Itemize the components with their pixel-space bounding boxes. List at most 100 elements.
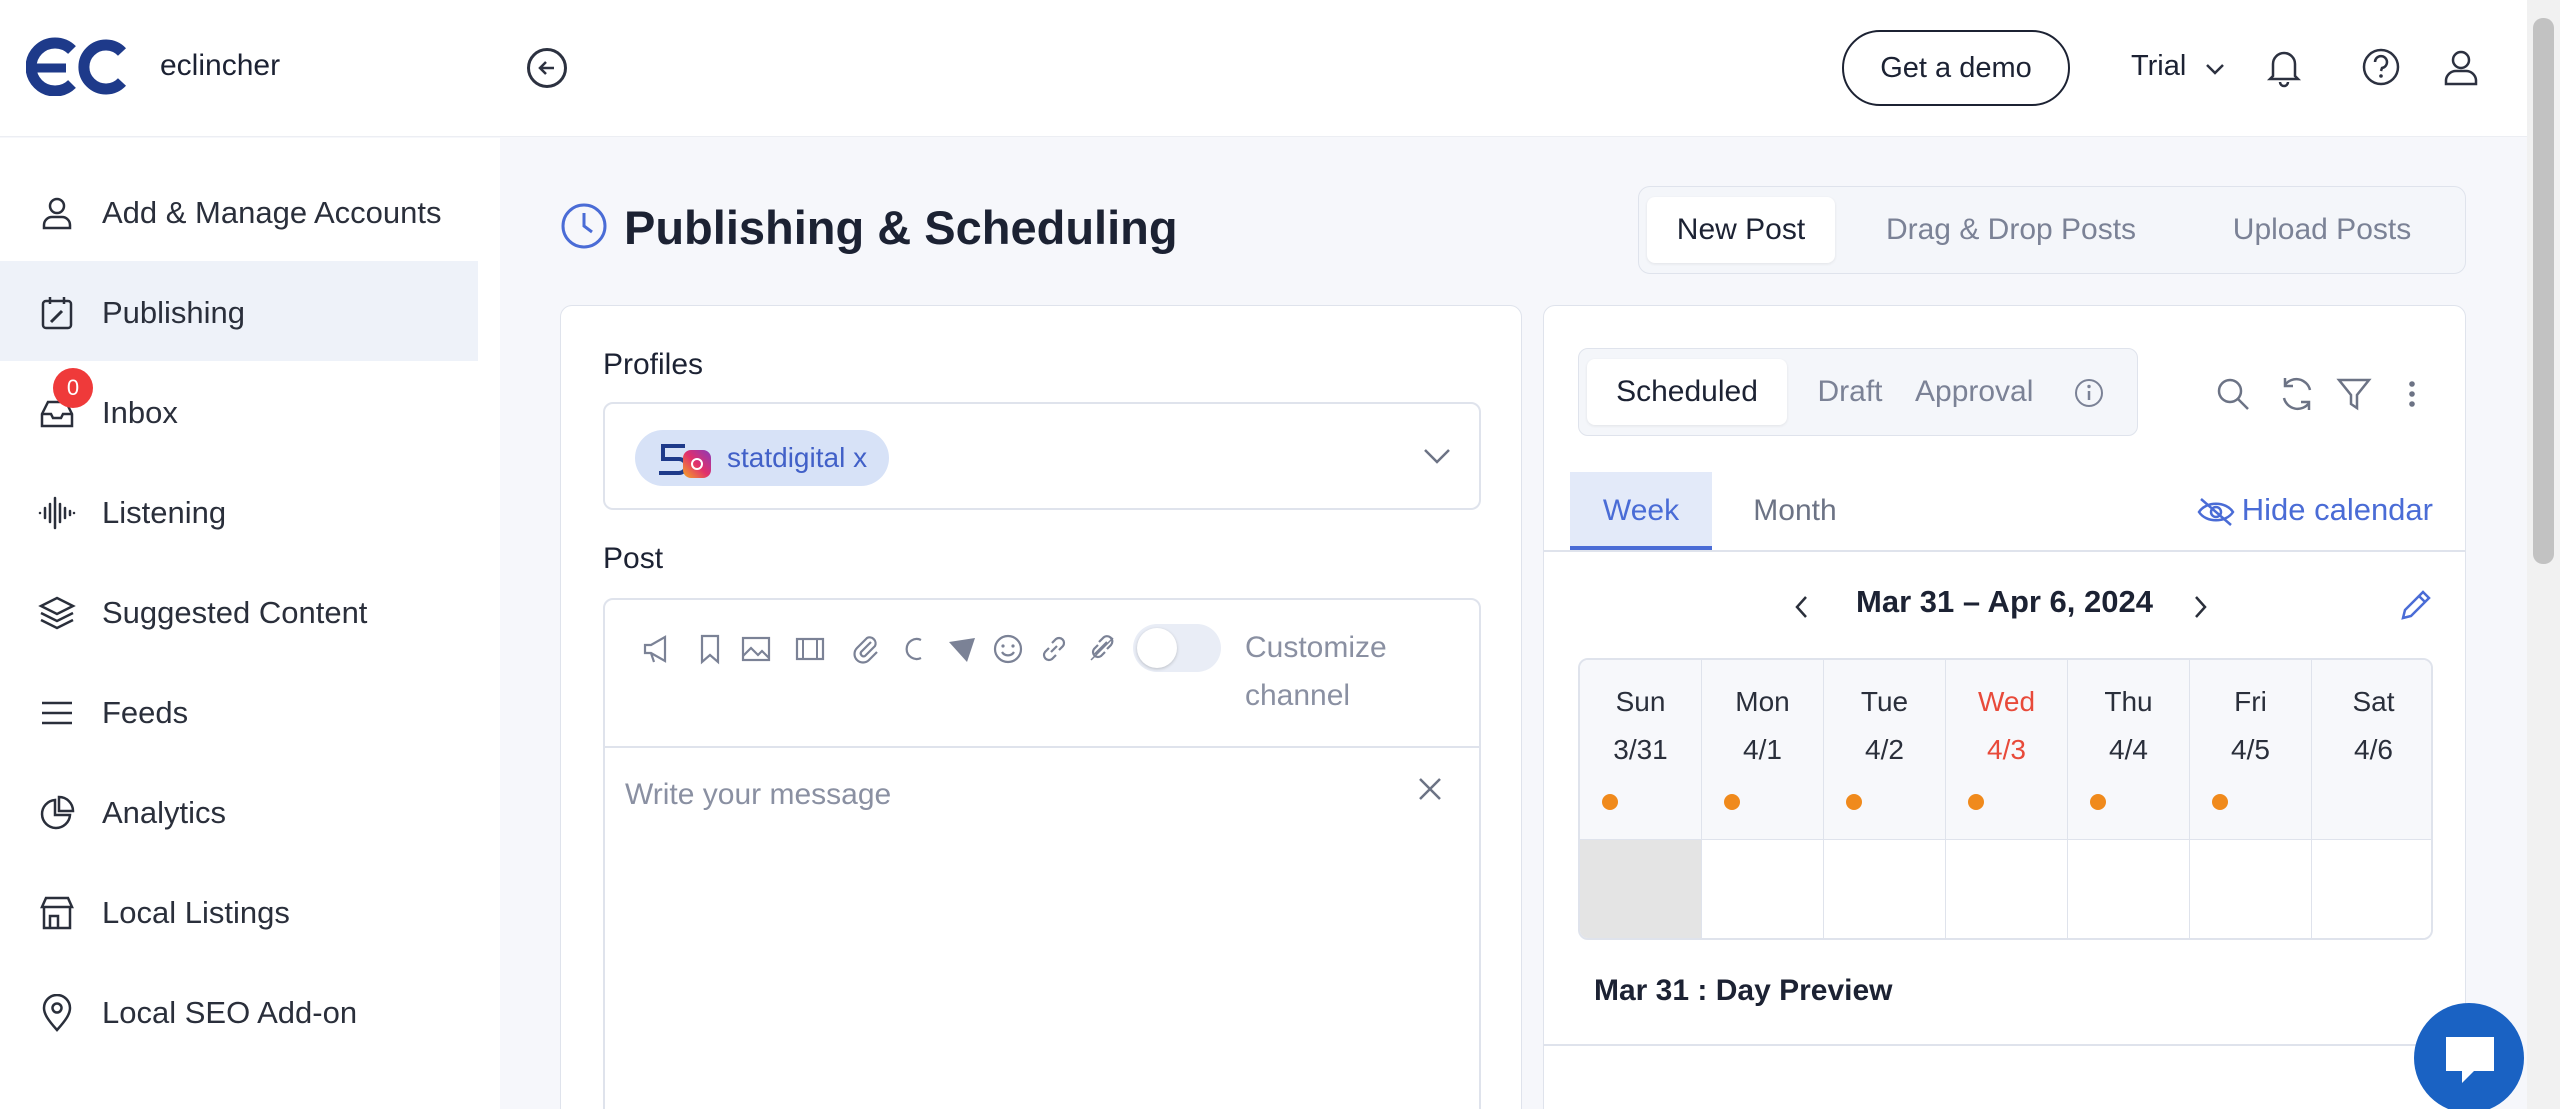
profiles-select[interactable]: statdigital x xyxy=(603,402,1481,510)
eclincher-logo[interactable] xyxy=(26,36,126,96)
close-icon[interactable] xyxy=(1417,776,1443,802)
sidebar-item-label: Local Listings xyxy=(102,895,290,930)
post-label: Post xyxy=(603,542,664,575)
profiles-label: Profiles xyxy=(603,348,704,381)
image-icon[interactable] xyxy=(739,632,773,666)
search-icon[interactable] xyxy=(2213,374,2253,414)
help-icon[interactable] xyxy=(2360,46,2402,88)
collapse-sidebar-button[interactable] xyxy=(527,48,567,88)
pie-chart-icon xyxy=(40,795,75,830)
day-cell[interactable]: Tue 4/2 xyxy=(1824,660,1946,840)
hide-calendar-label: Hide calendar xyxy=(2241,492,2433,527)
status-tabs: Scheduled Draft Approval xyxy=(1578,348,2138,436)
sidebar-item-listening[interactable]: Listening xyxy=(0,461,478,561)
day-cell[interactable]: Thu 4/4 xyxy=(2068,660,2190,840)
sidebar-item-local-seo-add-on[interactable]: Local SEO Add-on xyxy=(0,961,478,1061)
chat-button[interactable] xyxy=(2414,1003,2524,1109)
shorten-link-icon[interactable] xyxy=(1085,632,1119,666)
user-profile-icon[interactable] xyxy=(2440,46,2482,88)
customize-channel-toggle[interactable] xyxy=(1133,624,1221,672)
emoji-icon[interactable] xyxy=(991,632,1025,666)
tab-month[interactable]: Month xyxy=(1724,472,1866,550)
day-cell[interactable]: Sun 3/31 xyxy=(1580,660,1702,840)
day-cell-today[interactable]: Wed 4/3 xyxy=(1946,660,2068,840)
send-icon[interactable] xyxy=(945,632,979,666)
sidebar-item-add-manage-accounts[interactable]: Add & Manage Accounts xyxy=(0,161,478,261)
chevron-down-icon[interactable] xyxy=(1423,448,1451,464)
plan-dropdown[interactable]: Trial xyxy=(2131,50,2186,83)
tab-draft[interactable]: Draft xyxy=(1795,359,1905,425)
clock-icon xyxy=(561,203,607,249)
sidebar-item-suggested-content[interactable]: Suggested Content xyxy=(0,561,478,661)
store-icon xyxy=(40,896,74,930)
sidebar-item-feeds[interactable]: Feeds xyxy=(0,661,478,761)
day-slot[interactable] xyxy=(1824,840,1946,938)
filter-icon[interactable] xyxy=(2334,374,2374,414)
post-type-tabs: New Post Drag & Drop Posts Upload Posts xyxy=(1638,186,2466,274)
tab-approval[interactable]: Approval xyxy=(1915,359,2075,425)
get-demo-button[interactable]: Get a demo xyxy=(1842,30,2070,106)
profile-chip[interactable]: statdigital x xyxy=(635,430,890,486)
compose-panel: Profiles statdigital x Post Customize ch… xyxy=(560,305,1522,1109)
chevron-down-icon[interactable] xyxy=(2205,63,2225,75)
sidebar-item-local-listings[interactable]: Local Listings xyxy=(0,861,478,961)
day-slot[interactable] xyxy=(1580,840,1702,938)
view-tabs: Week Month Hide calendar xyxy=(1544,472,2465,552)
instagram-icon xyxy=(683,450,711,478)
sidebar-item-inbox[interactable]: 0 Inbox xyxy=(0,361,478,461)
week-grid: Sun 3/31 Mon 4/1 Tue 4/2 Wed 4/3 Thu 4/4 Fri 4… xyxy=(1578,658,2433,940)
soundwave-icon xyxy=(38,496,76,530)
day-cell[interactable]: Mon 4/1 xyxy=(1702,660,1824,840)
tab-week[interactable]: Week xyxy=(1570,472,1712,550)
hide-calendar-link[interactable]: Hide calendar xyxy=(2196,492,2433,528)
more-vertical-icon[interactable] xyxy=(2392,374,2432,414)
day-slot[interactable] xyxy=(1946,840,2068,938)
video-icon[interactable] xyxy=(793,632,827,666)
tab-new-post[interactable]: New Post xyxy=(1647,197,1835,263)
message-input[interactable]: Write your message xyxy=(625,778,891,812)
profile-chip-remove[interactable]: x xyxy=(853,442,867,473)
sidebar: Add & Manage Accounts Publishing 0 Inbox… xyxy=(0,138,500,1109)
megaphone-icon[interactable] xyxy=(641,632,675,666)
user-icon xyxy=(42,197,72,230)
scheduled-dot xyxy=(1968,794,1984,810)
sidebar-item-publishing[interactable]: Publishing xyxy=(0,261,478,361)
sidebar-item-label: Feeds xyxy=(102,695,189,730)
layers-icon xyxy=(38,596,76,630)
chevron-right-icon[interactable] xyxy=(2192,594,2208,620)
customize-channel-label: Customize channel xyxy=(1245,631,1387,712)
day-slot[interactable] xyxy=(2068,840,2190,938)
arrow-left-icon xyxy=(538,61,554,75)
list-icon xyxy=(42,701,72,725)
tab-scheduled[interactable]: Scheduled xyxy=(1587,359,1787,425)
post-toolbar: Customize channel xyxy=(605,600,1479,748)
sidebar-item-label: Analytics xyxy=(102,795,227,830)
tab-drag-drop-posts[interactable]: Drag & Drop Posts xyxy=(1861,197,2161,263)
scheduled-dot xyxy=(2090,794,2106,810)
bookmark-icon[interactable] xyxy=(693,632,727,666)
scrollbar-thumb[interactable] xyxy=(2533,18,2554,564)
link-icon[interactable] xyxy=(1037,632,1071,666)
scheduled-dot xyxy=(1724,794,1740,810)
day-slot[interactable] xyxy=(1702,840,1824,938)
day-cell[interactable]: Sat 4/6 xyxy=(2312,660,2431,840)
day-slot[interactable] xyxy=(2190,840,2312,938)
scrollbar[interactable] xyxy=(2527,0,2560,1109)
day-cell[interactable]: Fri 4/5 xyxy=(2190,660,2312,840)
scheduled-dot xyxy=(2212,794,2228,810)
sidebar-item-analytics[interactable]: Analytics xyxy=(0,761,478,861)
brand-name: eclincher xyxy=(160,49,281,82)
tab-upload-posts[interactable]: Upload Posts xyxy=(2187,197,2457,263)
day-preview-title: Mar 31 : Day Preview xyxy=(1594,974,1893,1007)
pencil-icon[interactable] xyxy=(2397,586,2435,624)
refresh-icon[interactable] xyxy=(2277,374,2317,414)
sidebar-item-label: Inbox xyxy=(102,395,178,430)
eye-off-icon xyxy=(2197,497,2235,526)
info-icon[interactable] xyxy=(2073,377,2105,409)
paperclip-icon[interactable] xyxy=(849,632,883,666)
sidebar-item-label: Listening xyxy=(102,495,227,530)
day-slot[interactable] xyxy=(2312,840,2431,938)
canva-icon[interactable] xyxy=(897,632,931,666)
bell-icon[interactable] xyxy=(2263,46,2305,88)
post-editor: Customize channel Write your message xyxy=(603,598,1481,1109)
